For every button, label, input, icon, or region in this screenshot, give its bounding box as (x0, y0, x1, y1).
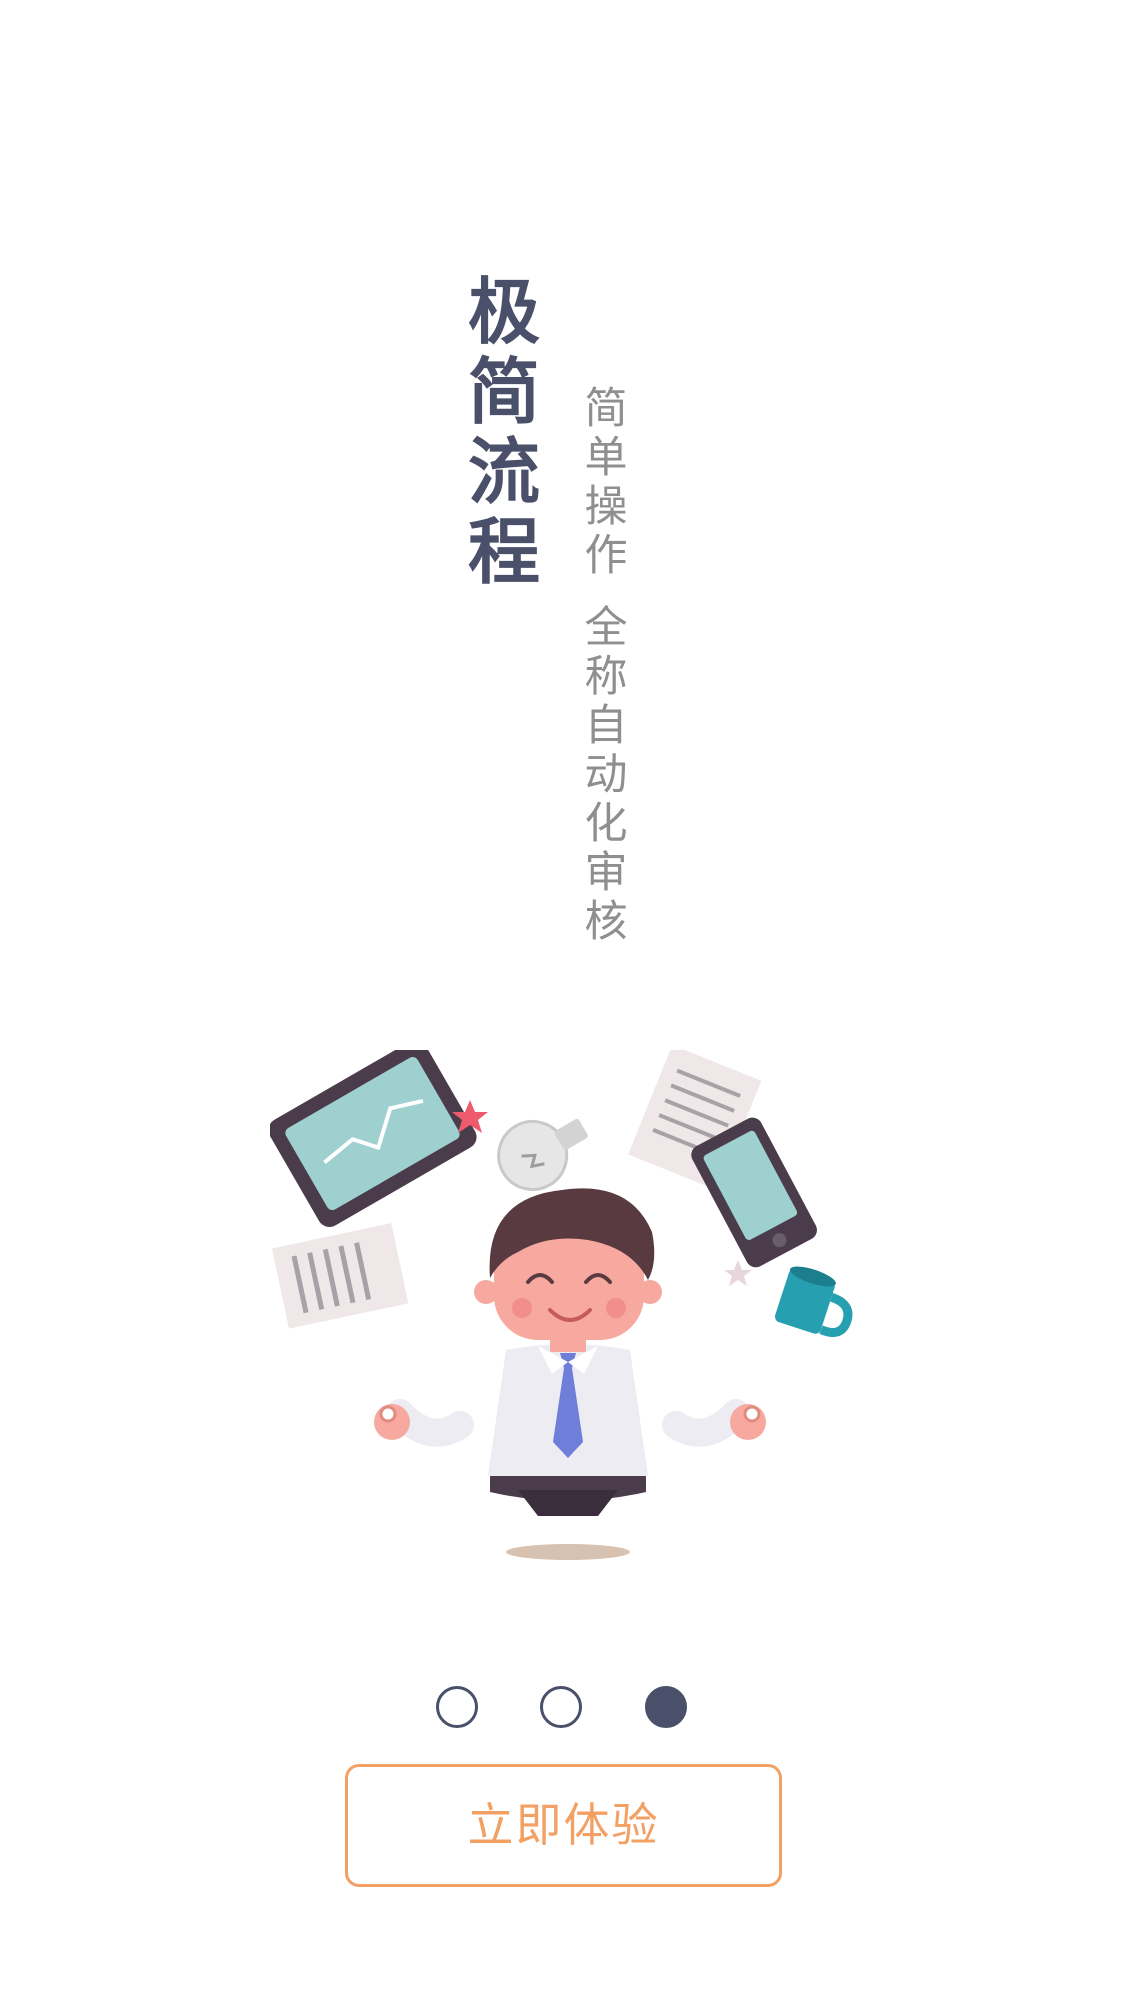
page-dot-2[interactable] (540, 1686, 582, 1728)
star-icon (724, 1260, 752, 1286)
subtitle-simple-operation: 简单操作 (584, 384, 628, 581)
document-icon (271, 1223, 409, 1329)
mug-icon (774, 1266, 853, 1337)
tablet-icon (270, 1050, 477, 1227)
subtitle-automated-review: 全称自动化审核 (584, 603, 628, 947)
page-title: 极简流程 (467, 270, 540, 594)
page-dot-3-active[interactable] (645, 1686, 687, 1728)
page-indicator (0, 1686, 1125, 1732)
lightbulb-icon (497, 1118, 588, 1191)
page-dot-1[interactable] (436, 1686, 478, 1728)
meditating-businessman-illustration (270, 1050, 853, 1560)
start-now-button[interactable]: 立即体验 (345, 1764, 782, 1887)
